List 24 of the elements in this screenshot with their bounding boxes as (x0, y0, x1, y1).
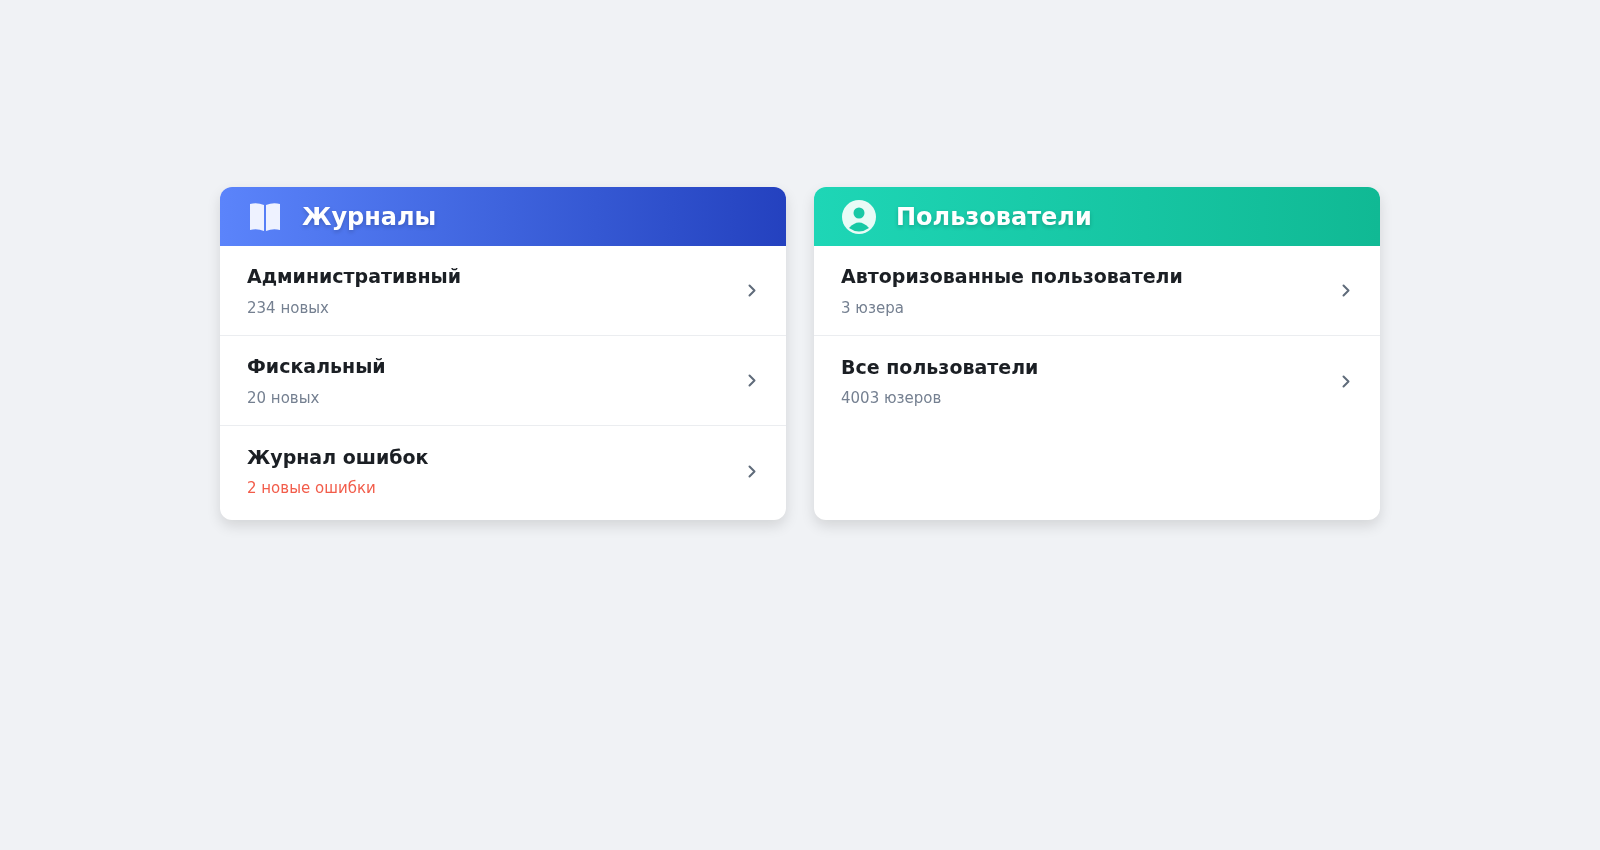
list-item[interactable]: Все пользователи 4003 юзеров (814, 336, 1380, 426)
list-item[interactable]: Авторизованные пользователи 3 юзера (814, 246, 1380, 336)
item-title: Все пользователи (841, 354, 1039, 380)
item-subtitle: 2 новые ошибки (247, 478, 377, 499)
list-item[interactable]: Административный 234 новых (220, 246, 786, 336)
list-item[interactable]: Фискальный 20 новых (220, 336, 786, 426)
item-subtitle: 20 новых (247, 387, 321, 409)
item-title: Фискальный (247, 354, 386, 379)
item-title: Авторизованные пользователи (841, 264, 1183, 289)
item-subtitle: 234 новых (247, 297, 330, 319)
item-subtitle: 4003 юзеров (841, 388, 943, 409)
item-subtitle: 3 юзера (841, 297, 905, 319)
item-title: Журнал ошибок (247, 444, 429, 470)
chevron-right-icon (1342, 284, 1350, 297)
chevron-right-icon (748, 284, 756, 297)
chevron-right-icon (1342, 374, 1350, 388)
item-title: Административный (247, 264, 461, 289)
card-title: Пользователи (896, 201, 1092, 233)
book-icon (248, 201, 282, 232)
card-title: Журналы (302, 201, 437, 233)
chevron-right-icon (748, 374, 756, 387)
chevron-right-icon (748, 464, 756, 478)
user-icon (842, 199, 876, 234)
list-item[interactable]: Журнал ошибок 2 новые ошибки (220, 426, 786, 516)
